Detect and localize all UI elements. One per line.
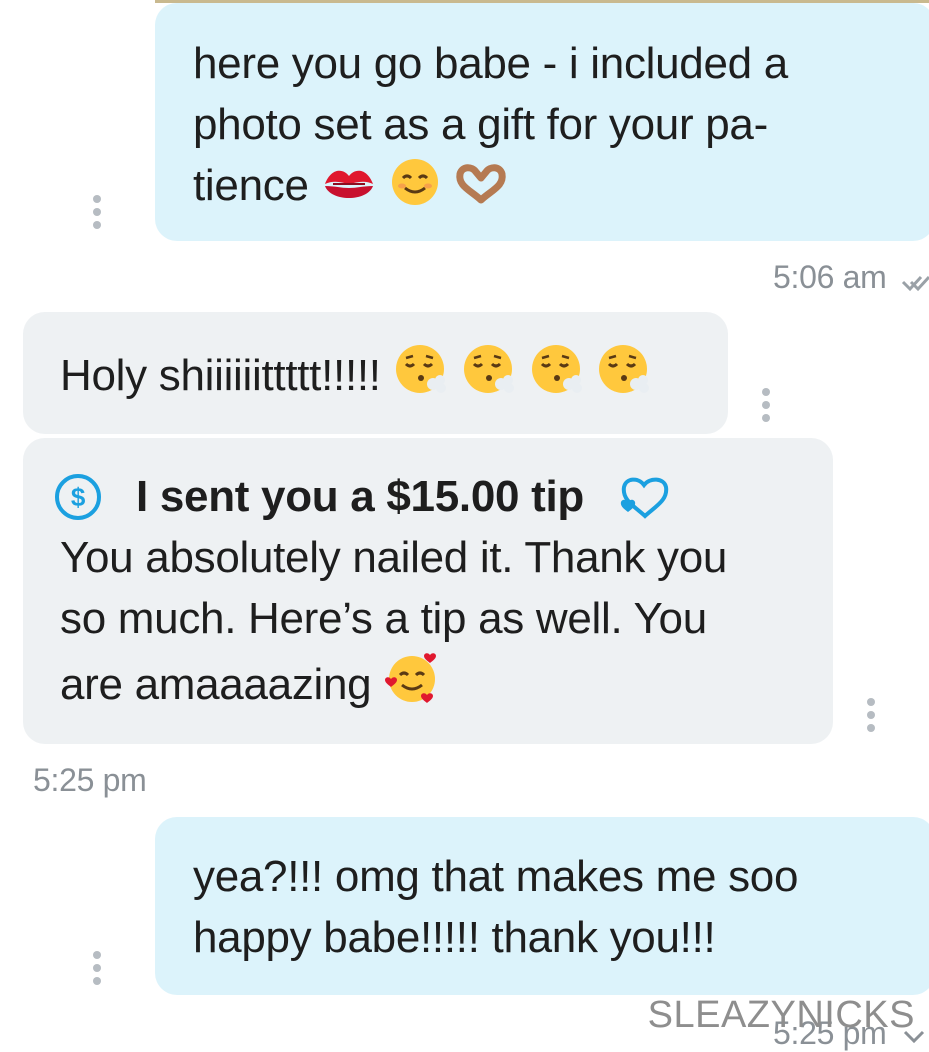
double-heart-icon <box>620 477 669 519</box>
message-text: Holy shiiiiiittttt!!!!! <box>60 351 381 400</box>
message-text-line: happy babe!!!!! thank you!!! <box>193 913 716 962</box>
smiling-face-with-hearts-emoji-icon <box>385 653 437 703</box>
message-text-line: here you go babe - i included a <box>193 39 788 88</box>
message-text-line: are amaaaazing <box>60 660 372 709</box>
message-options-icon[interactable] <box>761 388 771 422</box>
svg-text:$: $ <box>71 482 86 512</box>
message-text-line: photo set as a gift for your pa- <box>193 100 768 149</box>
smiling-face-emoji-icon <box>391 159 438 205</box>
incoming-tip-message-bubble[interactable]: $ I sent you a $15.00 tip You absolutely… <box>23 438 833 744</box>
message-text-line: You absolutely nailed it. Thank you <box>60 533 728 582</box>
face-exhaling-emoji-icon <box>463 345 514 393</box>
watermark: SLEAZYNICKS <box>647 994 915 1036</box>
message-options-icon[interactable] <box>866 698 876 732</box>
message-options-icon[interactable] <box>92 951 102 985</box>
outgoing-message-bubble[interactable]: yea?!!! omg that makes me soo happy babe… <box>155 817 929 995</box>
face-exhaling-emoji-icon <box>531 345 582 393</box>
message-text-line: so much. Here’s a tip as well. You <box>60 594 707 643</box>
tip-header: $ I sent you a $15.00 tip <box>55 466 727 527</box>
message-timestamp: 5:06 am <box>773 259 887 295</box>
message-timestamp: 5:25 pm <box>33 762 147 798</box>
outgoing-message-bubble[interactable]: here you go babe - i included a photo se… <box>155 3 929 241</box>
message-text-line: yea?!!! omg that makes me soo <box>193 852 799 901</box>
dollar-coin-icon: $ <box>55 473 101 520</box>
tip-label: I sent you a $15.00 tip <box>136 472 584 521</box>
incoming-message-bubble[interactable]: Holy shiiiiiittttt!!!!! <box>23 312 728 434</box>
read-receipt-check-icon <box>901 275 929 292</box>
kiss-mark-emoji-icon <box>324 170 373 198</box>
message-options-icon[interactable] <box>92 195 102 229</box>
heart-hands-emoji-icon <box>456 164 507 204</box>
face-exhaling-emoji-icon <box>599 345 650 393</box>
emoji-group <box>393 345 653 400</box>
face-exhaling-emoji-icon <box>395 345 446 393</box>
message-text-line: tience <box>193 161 309 210</box>
